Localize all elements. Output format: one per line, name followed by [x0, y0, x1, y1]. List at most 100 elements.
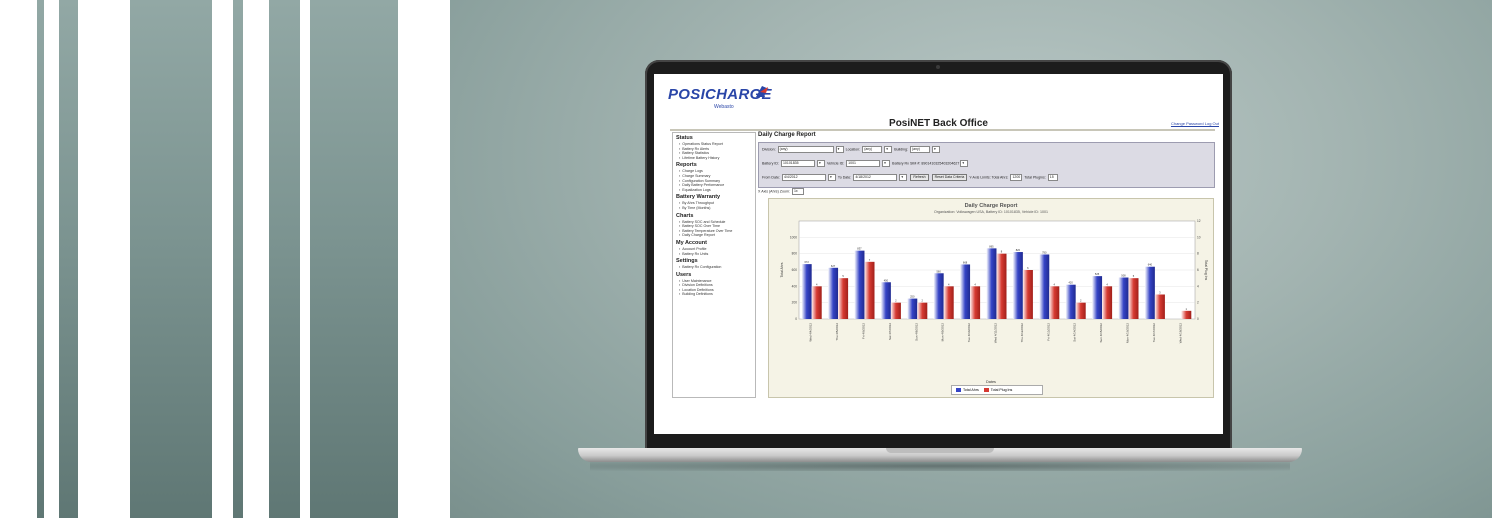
x-tick-label: Fri 4/6/2012: [861, 323, 865, 339]
y2-tick-label: 2: [1197, 301, 1199, 305]
data-label-ahrs: 640: [1148, 263, 1153, 267]
data-label-ahrs: 420: [1068, 281, 1073, 285]
y-tick-label: 1000: [790, 235, 797, 239]
data-label-ahrs: 668: [963, 260, 968, 264]
stripe: [310, 0, 398, 518]
y2-tick-label: 8: [1197, 252, 1199, 256]
data-label-ahrs: 450: [884, 278, 889, 282]
filter-row-2: Battery ID: 10101835 ▾ Vehicle ID: 1001 ▾ …: [762, 160, 969, 167]
y2-tick-label: 10: [1197, 235, 1201, 239]
bar-total-ahrs: [801, 264, 812, 319]
y2-tick-label: 0: [1197, 317, 1199, 321]
bar-total-plugins: [1181, 310, 1192, 319]
location-label: Location:: [845, 147, 861, 152]
plugins-label: Total Plugins:: [1024, 175, 1046, 180]
x-axis-title: Dates: [986, 380, 996, 384]
laptop-shadow: [590, 461, 1290, 471]
bar-total-ahrs: [960, 264, 971, 319]
battery-id-select[interactable]: 10101835: [780, 160, 815, 167]
building-select[interactable]: (any): [909, 146, 930, 153]
x-tick-label: Sat 4/14/2012: [1073, 323, 1077, 342]
vehicle-id-select[interactable]: 1001: [846, 160, 881, 167]
flag-arrow-icon: [756, 86, 769, 97]
data-label-ahrs: 820: [1016, 248, 1021, 252]
sidebar-section-title: Battery Warranty: [676, 194, 721, 201]
sidebar-item[interactable]: Building Definitions: [679, 292, 755, 297]
bar-total-ahrs: [1012, 252, 1023, 319]
y-tick-label: 600: [792, 268, 798, 272]
x-tick-label: Thu 4/12/2012: [1020, 323, 1024, 343]
y-axis-title: Total Ahrs: [780, 262, 784, 277]
bar-total-ahrs: [933, 273, 944, 319]
data-label-ahrs: 250: [910, 295, 915, 299]
reset-button[interactable]: Reset Data Criteria: [931, 174, 968, 182]
location-select[interactable]: (any): [862, 146, 883, 153]
sidebar-item[interactable]: Equalization Logs: [679, 188, 755, 193]
y-tick-label: 400: [792, 284, 798, 288]
bar-total-ahrs: [986, 248, 997, 319]
x-tick-label: Mon 4/16/2012: [1125, 323, 1129, 343]
account-links[interactable]: Change Password Log Out: [1171, 121, 1219, 126]
calendar-icon[interactable]: ▾: [899, 174, 908, 181]
chart-subtitle: Organization: Volkswagen USA, Battery ID…: [933, 210, 1049, 214]
ylimits-select[interactable]: 1200: [1010, 174, 1023, 181]
filter-panel: Division: (any) ▾ Location: (any) ▾ Buildi…: [758, 142, 1215, 188]
bar-total-plugins: [1022, 270, 1033, 319]
sidebar-item[interactable]: Lifetime Battery History: [679, 156, 755, 161]
stripe: [37, 0, 44, 518]
to-date-input[interactable]: 4/18/2012: [853, 174, 898, 181]
bar-total-plugins: [890, 302, 901, 319]
data-label-ahrs: 672: [804, 260, 809, 264]
y-tick-label: 200: [792, 301, 798, 305]
x-tick-label: Fri 4/13/2012: [1046, 323, 1050, 341]
chevron-down-icon[interactable]: ▾: [931, 146, 940, 153]
bar-total-ahrs: [907, 298, 918, 319]
x-tick-label: Tue 4/10/2012: [967, 323, 971, 343]
bar-total-ahrs: [854, 250, 865, 319]
chevron-down-icon[interactable]: ▾: [882, 160, 891, 167]
x-tick-label: Wed 4/18/2012: [1178, 323, 1182, 344]
bar-total-ahrs: [828, 267, 839, 319]
title-divider: [670, 129, 1215, 131]
sidebar-item[interactable]: Battery Rx Units: [679, 252, 755, 257]
main-content: Daily Charge Report Division: (any) ▾ Loc…: [756, 132, 1216, 398]
y2-tick-label: 4: [1197, 284, 1199, 288]
y2-tick-label: 12: [1197, 219, 1201, 223]
sidebar-item[interactable]: Battery Rx Configuration: [679, 265, 755, 270]
chevron-down-icon[interactable]: ▾: [884, 146, 893, 153]
x-tick-label: Mon 4/9/2012: [941, 323, 945, 342]
bar-total-ahrs: [1092, 276, 1103, 319]
chevron-down-icon[interactable]: ▾: [835, 146, 844, 153]
chart-title: Daily Charge Report: [964, 203, 1018, 209]
sidebar-section-title: Users: [676, 271, 692, 278]
zoom-select[interactable]: 1x: [791, 188, 804, 195]
chevron-down-icon[interactable]: ▾: [960, 160, 969, 167]
bar-total-plugins: [811, 286, 822, 319]
x-tick-label: Thu 4/5/2012: [835, 323, 839, 341]
bar-total-ahrs: [1065, 284, 1076, 319]
laptop-lid: POSICHARGE Webasto PosiNET Back Office C…: [645, 60, 1232, 452]
bar-total-plugins: [970, 286, 981, 319]
zoom-row: X Axis (Ahrs) Zoom: 1x: [758, 188, 805, 195]
refresh-button[interactable]: Refresh: [910, 174, 929, 182]
brand-sub: Webasto: [714, 104, 734, 110]
legend-label-plugins: Total Plug Ins: [990, 388, 1013, 392]
laptop-screen: POSICHARGE Webasto PosiNET Back Office C…: [654, 74, 1223, 434]
from-date-input[interactable]: 4/4/2012: [781, 174, 826, 181]
chevron-down-icon[interactable]: ▾: [816, 160, 825, 167]
calendar-icon[interactable]: ▾: [827, 174, 836, 181]
bar-total-plugins: [1102, 286, 1113, 319]
ylimits-label: Y-Axis Limits: Total Ahrs:: [969, 175, 1009, 180]
y-tick-label: 800: [792, 252, 798, 256]
daily-charge-chart: 0 200 400 600 800 1000 0 2 4 6 8 10 12 Total Ahrs Tota…: [780, 219, 1208, 344]
filter-row-3: From Date: 4/4/2012 ▾ To Date: 4/18/2012 ▾…: [762, 174, 1059, 182]
bar-total-plugins: [864, 261, 875, 319]
chart-panel: 0 200 400 600 800 1000 0 2 4 6 8 10 12 Total Ahrs Tota…: [768, 198, 1214, 398]
division-select[interactable]: (any): [777, 146, 834, 153]
sidebar-section-title: Reports: [676, 162, 697, 169]
sidebar-item[interactable]: By Time (Months): [679, 206, 755, 211]
sidebar-item[interactable]: Daily Charge Report: [679, 233, 755, 238]
plugins-select[interactable]: 15: [1047, 174, 1058, 181]
bar-total-plugins: [1049, 286, 1060, 319]
stripe: [59, 0, 78, 518]
